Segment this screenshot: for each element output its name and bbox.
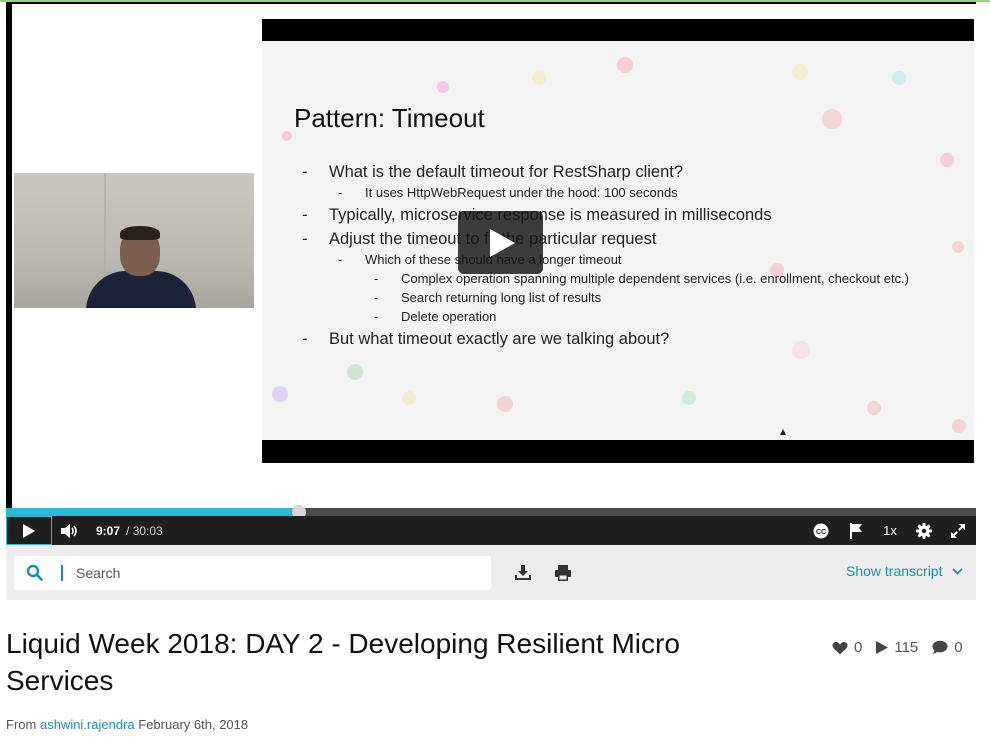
from-label: From [6, 717, 37, 732]
progress-fill [6, 508, 299, 516]
current-time: 9:07 [96, 523, 121, 538]
comment-icon [932, 640, 948, 655]
plays-stat: 115 [876, 639, 918, 656]
likes-count: 0 [854, 639, 863, 656]
progress-bar[interactable] [6, 505, 976, 519]
slide-bullets: What is the default timeout for RestShar… [302, 159, 962, 350]
plays-count: 115 [894, 639, 919, 656]
time-display: 9:07 / 30:03 [96, 516, 163, 545]
search-input[interactable] [76, 561, 476, 585]
slide-bullet: Adjust the timeout to fit the particular… [302, 228, 962, 250]
big-play-button[interactable] [458, 211, 543, 274]
fullscreen-icon [951, 523, 965, 538]
slide-frame: Pattern: Timeout What is the default tim… [262, 19, 974, 463]
video-player[interactable]: Pattern: Timeout What is the default tim… [6, 2, 976, 545]
show-transcript-label: Show transcript [846, 563, 943, 579]
report-flag-button[interactable] [844, 516, 868, 545]
fullscreen-button[interactable] [946, 516, 970, 545]
show-transcript-toggle[interactable]: Show transcript [846, 563, 964, 579]
video-meta: From ashwini.rajendra February 6th, 2018 [6, 717, 248, 732]
play-icon [876, 641, 889, 654]
chevron-down-icon [952, 567, 964, 575]
settings-gear-icon [916, 522, 932, 539]
upload-date: February 6th, 2018 [138, 717, 249, 732]
flag-icon [850, 522, 862, 539]
slide-bullet: But what timeout exactly are we talking … [302, 328, 962, 350]
comments-count: 0 [954, 639, 963, 656]
author-link[interactable]: ashwini.rajendra [40, 717, 135, 732]
download-icon[interactable] [514, 564, 532, 582]
likes-stat[interactable]: 0 [832, 639, 862, 656]
presentation-slide: Pattern: Timeout What is the default tim… [262, 41, 974, 440]
search-divider [61, 565, 63, 581]
video-stats: 0 115 0 [832, 639, 963, 656]
slide-bullet: Typically, microservice response is meas… [302, 204, 962, 226]
media-toolbar: Show transcript [6, 545, 976, 600]
video-stage[interactable]: Pattern: Timeout What is the default tim… [12, 4, 976, 510]
search-box[interactable] [14, 556, 491, 590]
slide-title: Pattern: Timeout [294, 103, 485, 133]
print-icon[interactable] [554, 564, 572, 582]
volume-icon [61, 523, 77, 538]
comments-stat[interactable]: 0 [932, 639, 963, 656]
webcam-feed [14, 173, 254, 308]
playback-speed-button[interactable]: 1x [878, 516, 902, 545]
slide-bullet: Delete operation [374, 307, 962, 326]
play-button[interactable] [6, 516, 52, 545]
play-icon [23, 523, 35, 538]
closed-captions-button[interactable]: CC [809, 516, 833, 545]
closed-captions-icon: CC [813, 523, 829, 538]
player-controls: 9:07 / 30:03 CC 1x [6, 516, 976, 545]
svg-text:CC: CC [816, 529, 826, 536]
slide-bullet: Search returning long list of results [374, 288, 962, 307]
video-title: Liquid Week 2018: DAY 2 - Developing Res… [6, 628, 680, 696]
slide-bullet: It uses HttpWebRequest under the hood: 1… [338, 183, 962, 202]
slide-bullet: Which of these should have a longer time… [338, 250, 962, 269]
play-icon [490, 229, 515, 257]
mouse-cursor-icon [780, 429, 786, 435]
search-icon[interactable] [26, 564, 43, 581]
volume-button[interactable] [58, 516, 82, 545]
settings-button[interactable] [912, 516, 936, 545]
heart-icon [832, 641, 848, 654]
total-time: / 30:03 [126, 523, 163, 538]
slide-bullet: What is the default timeout for RestShar… [302, 161, 962, 183]
